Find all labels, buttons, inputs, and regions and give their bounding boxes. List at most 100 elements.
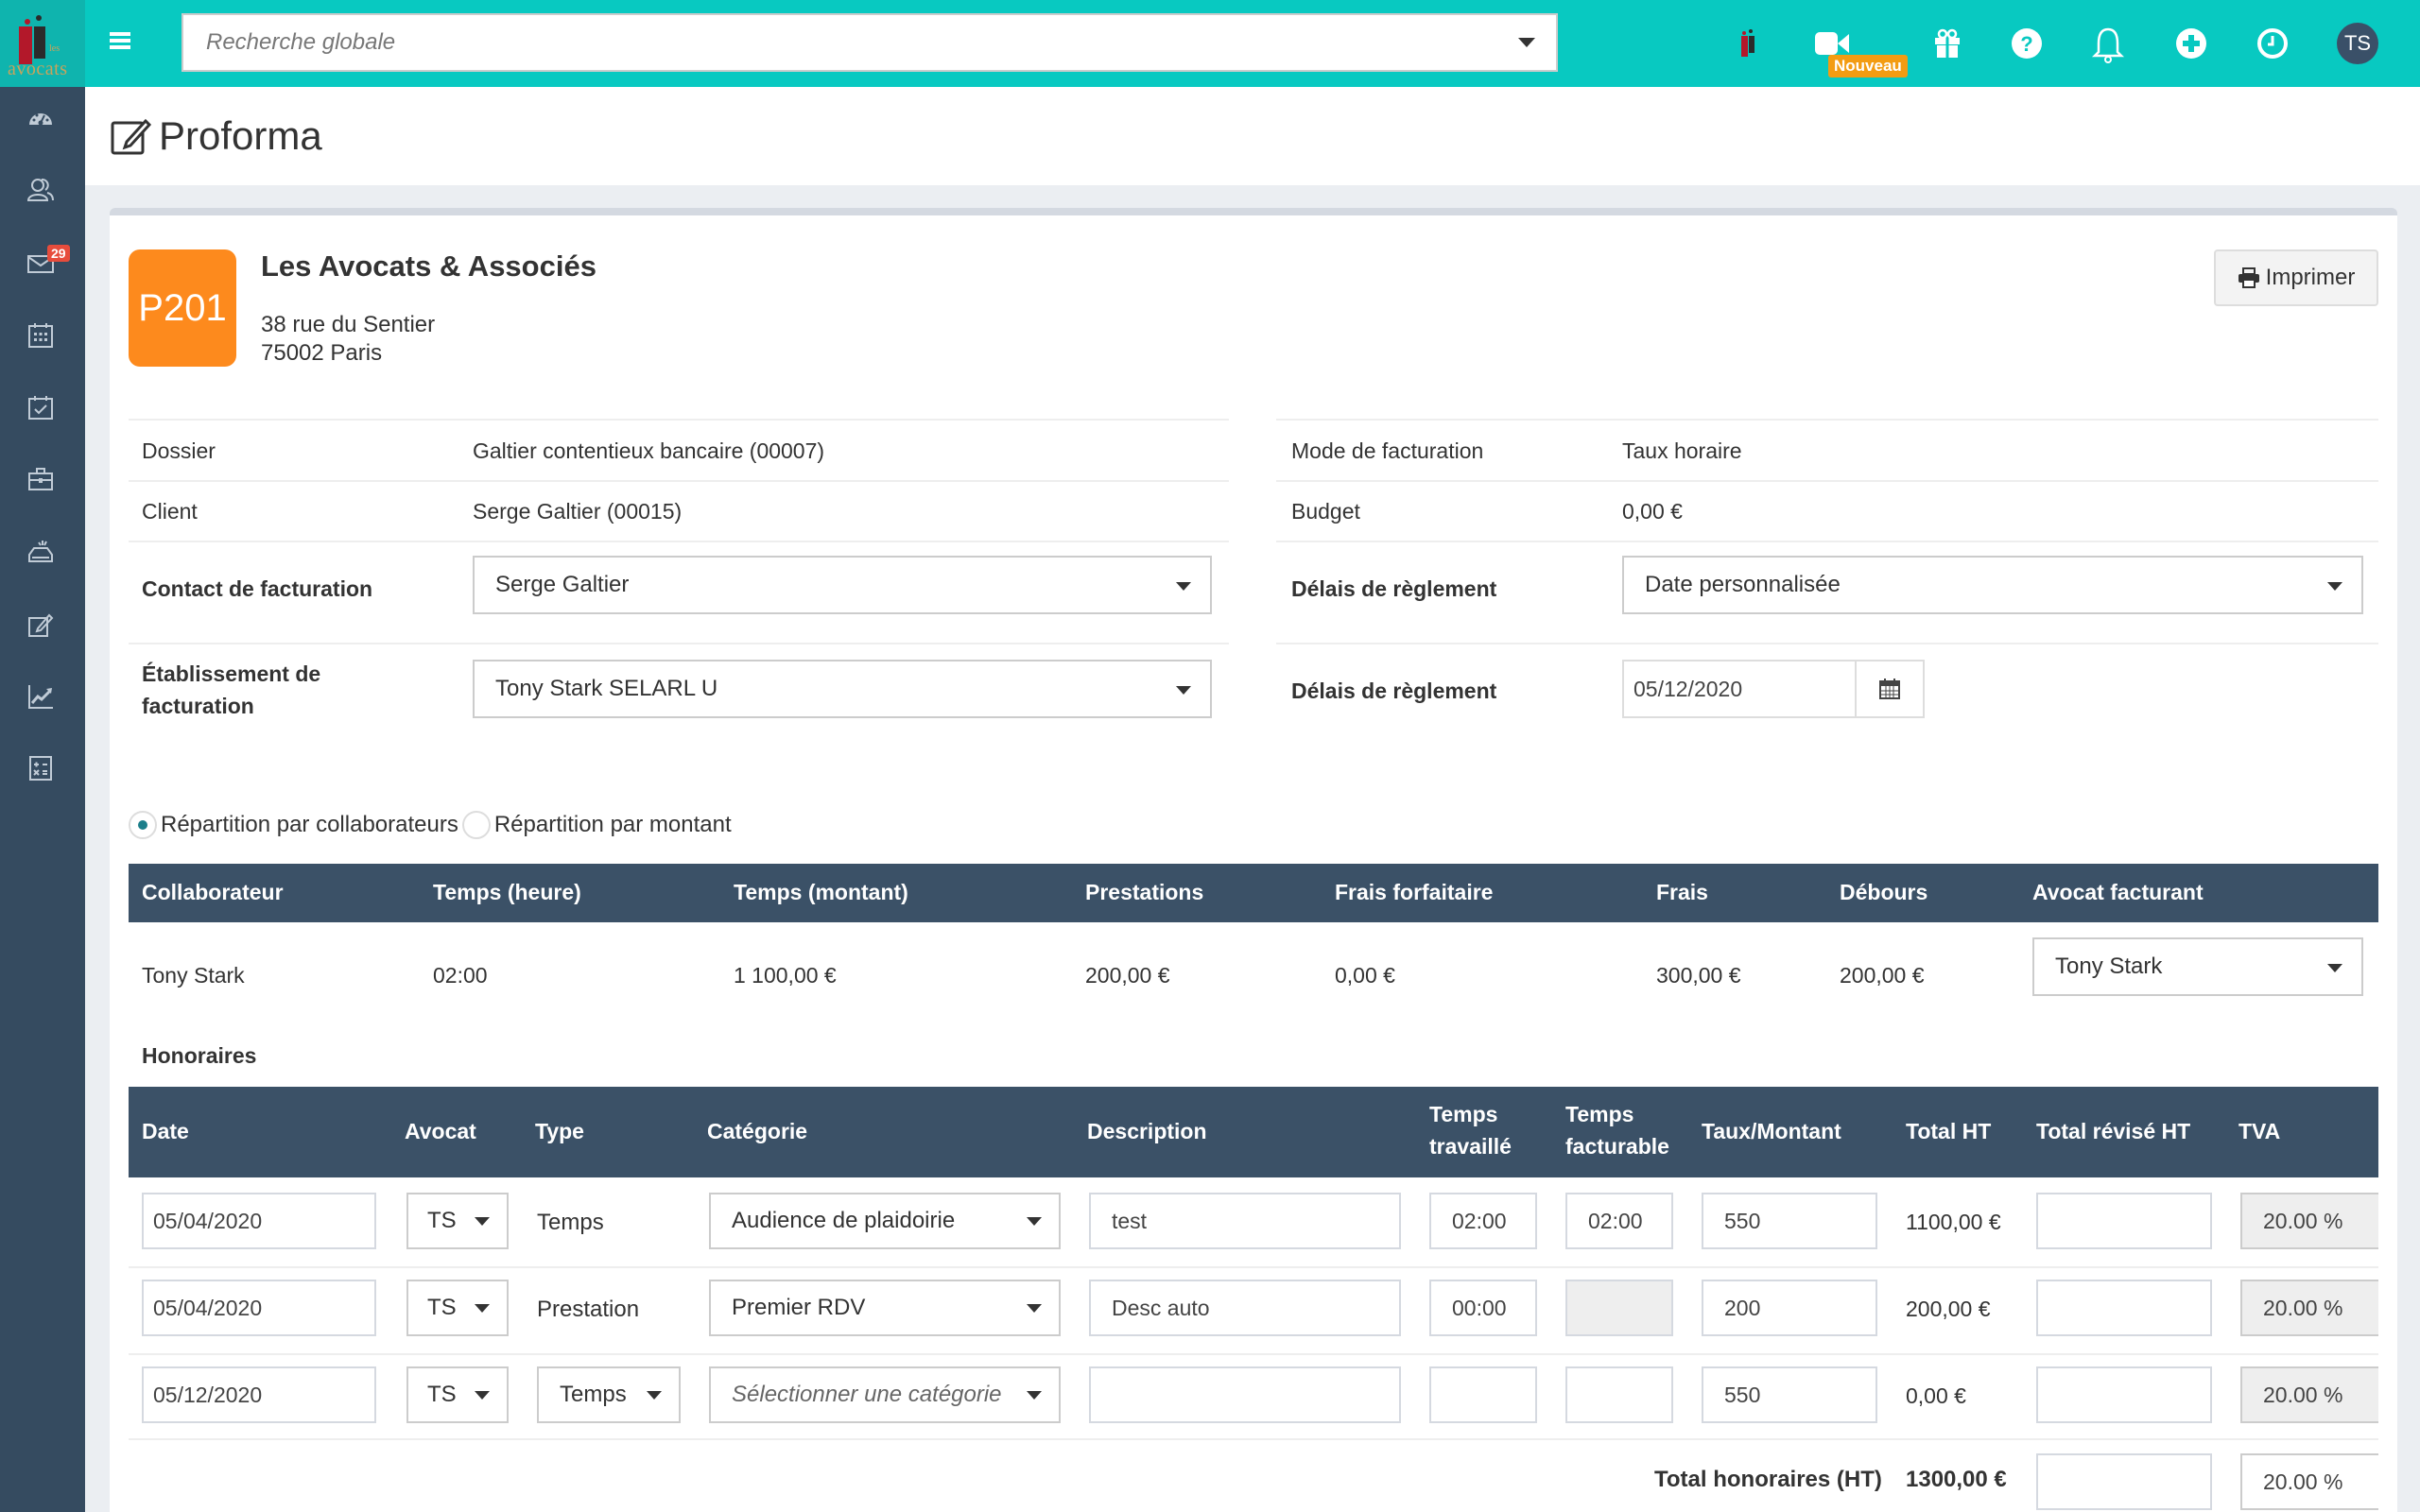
type-value: Temps — [560, 1382, 627, 1407]
billing-contact-label: Contact de facturation — [142, 576, 373, 601]
description-input[interactable]: Desc auto — [1089, 1280, 1401, 1336]
sidebar-item-calendar[interactable] — [26, 321, 59, 353]
total-fees-value: 1300,00 € — [1906, 1467, 2007, 1492]
billing-contact-select[interactable]: Serge Galtier — [473, 556, 1212, 614]
date-input[interactable]: 05/12/2020 — [142, 1366, 376, 1423]
avocat-select[interactable]: TS — [406, 1193, 509, 1249]
sidebar-item-contacts[interactable] — [26, 176, 59, 208]
tva-input[interactable]: 20.00 % — [2240, 1280, 2378, 1336]
sidebar-item-calculator[interactable] — [26, 754, 59, 786]
avocat-select[interactable]: TS — [406, 1280, 509, 1336]
logo-text: avocats — [8, 59, 68, 79]
payment-date-input[interactable]: 05/12/2020 — [1622, 660, 1857, 718]
chevron-down-icon — [2327, 964, 2342, 972]
sidebar-item-dashboard[interactable] — [26, 104, 59, 136]
logo-figure — [34, 26, 45, 59]
print-button[interactable]: Imprimer — [2214, 249, 2378, 306]
worked-time-input[interactable] — [1429, 1366, 1537, 1423]
cell-frais-forfaitaire: 0,00 € — [1335, 963, 1395, 988]
date-input[interactable]: 05/04/2020 — [142, 1280, 376, 1336]
divider — [1276, 419, 2378, 421]
type-value: Prestation — [537, 1297, 640, 1322]
date-input[interactable]: 05/04/2020 — [142, 1193, 376, 1249]
chevron-down-icon[interactable] — [1518, 38, 1535, 47]
radio-repartition-montant[interactable] — [461, 811, 491, 839]
billing-contact-value: Serge Galtier — [495, 572, 630, 597]
col-temps-facturable-2: facturable — [1565, 1134, 1669, 1159]
worked-time-input[interactable]: 02:00 — [1429, 1193, 1537, 1249]
sidebar-item-tasks[interactable] — [26, 393, 59, 425]
category-select[interactable]: Audience de plaidoirie — [709, 1193, 1061, 1249]
repartition-radio-group: Répartition par collaborateurs Répartiti… — [129, 811, 732, 839]
billing-lawyer-select[interactable]: Tony Stark — [2032, 937, 2363, 996]
sidebar-item-proforma[interactable] — [26, 610, 59, 643]
payment-terms-select[interactable]: Date personnalisée — [1622, 556, 2363, 614]
global-search-input[interactable] — [183, 15, 1556, 70]
global-search[interactable] — [182, 13, 1558, 72]
radio-label-collaborateurs[interactable]: Répartition par collaborateurs — [161, 812, 458, 838]
bell-icon[interactable] — [2091, 26, 2125, 63]
revised-total-input[interactable] — [2036, 1193, 2212, 1249]
sidebar-item-cases[interactable] — [26, 465, 59, 497]
revised-total-input[interactable] — [2036, 1366, 2212, 1423]
description-input[interactable]: test — [1089, 1193, 1401, 1249]
sidebar-item-inbox[interactable] — [26, 537, 59, 569]
print-label: Imprimer — [2265, 265, 2356, 290]
avocat-value: TS — [427, 1208, 457, 1233]
description-input[interactable] — [1089, 1366, 1401, 1423]
type-value: Temps — [537, 1210, 604, 1235]
dossier-value: Galtier contentieux bancaire (00007) — [473, 438, 825, 463]
col-description: Description — [1087, 1119, 1207, 1143]
billing-establishment-label-1: Établissement de — [142, 662, 321, 686]
clock-icon[interactable] — [2256, 26, 2290, 60]
rate-input[interactable]: 200 — [1702, 1280, 1877, 1336]
billing-establishment-select[interactable]: Tony Stark SELARL U — [473, 660, 1212, 718]
firm-address-line1: 38 rue du Sentier — [261, 312, 436, 337]
help-icon[interactable]: ? — [2010, 26, 2044, 60]
billing-lawyer-value: Tony Stark — [2055, 954, 2163, 979]
calculator-icon — [29, 756, 52, 781]
revised-total-input[interactable] — [2036, 1280, 2212, 1336]
app-logo-icon[interactable] — [1732, 26, 1766, 60]
dashboard-icon — [29, 113, 52, 126]
chevron-down-icon — [475, 1391, 490, 1400]
tva-input[interactable]: 20.00 % — [2240, 1193, 2378, 1249]
col-temps-heure: Temps (heure) — [433, 880, 581, 904]
payment-date-label: Délais de règlement — [1291, 679, 1497, 703]
col-total-ht: Total HT — [1906, 1119, 1992, 1143]
col-frais: Frais — [1656, 880, 1708, 904]
category-select[interactable]: Premier RDV — [709, 1280, 1061, 1336]
user-avatar[interactable]: TS — [2337, 23, 2378, 64]
avocat-select[interactable]: TS — [406, 1366, 509, 1423]
calendar-icon — [1879, 679, 1900, 699]
divider — [129, 541, 1229, 542]
total-tva-input[interactable]: 20.00 % — [2240, 1453, 2378, 1510]
cell-collaborateur: Tony Stark — [142, 963, 245, 988]
firm-address-line2: 75002 Paris — [261, 340, 383, 366]
billable-time-input[interactable]: 02:00 — [1565, 1193, 1673, 1249]
gift-icon[interactable] — [1930, 26, 1964, 60]
type-select[interactable]: Temps — [537, 1366, 681, 1423]
radio-label-montant[interactable]: Répartition par montant — [494, 812, 732, 838]
radio-repartition-collaborateurs[interactable] — [129, 811, 157, 839]
total-revised-input[interactable] — [2036, 1453, 2212, 1510]
menu-toggle-button[interactable] — [110, 32, 130, 51]
date-picker-button[interactable] — [1855, 660, 1925, 718]
rate-input[interactable]: 550 — [1702, 1193, 1877, 1249]
tva-input[interactable]: 20.00 % — [2240, 1366, 2378, 1423]
worked-time-input[interactable]: 00:00 — [1429, 1280, 1537, 1336]
category-select[interactable]: Sélectionner une catégorie — [709, 1366, 1061, 1423]
col-taux-montant: Taux/Montant — [1702, 1119, 1841, 1143]
rate-input[interactable]: 550 — [1702, 1366, 1877, 1423]
plus-circle-icon[interactable] — [2174, 26, 2208, 60]
sidebar-item-reports[interactable] — [26, 682, 59, 714]
billable-time-input[interactable] — [1565, 1366, 1673, 1423]
cell-prestations: 200,00 € — [1085, 963, 1170, 988]
divider — [129, 1266, 2378, 1268]
inbox-icon — [28, 541, 53, 562]
app-logo[interactable]: les avocats — [0, 0, 85, 87]
chevron-down-icon — [1027, 1217, 1042, 1226]
col-debours: Débours — [1840, 880, 1928, 904]
cell-temps-montant: 1 100,00 € — [734, 963, 837, 988]
category-value: Audience de plaidoirie — [732, 1208, 956, 1233]
